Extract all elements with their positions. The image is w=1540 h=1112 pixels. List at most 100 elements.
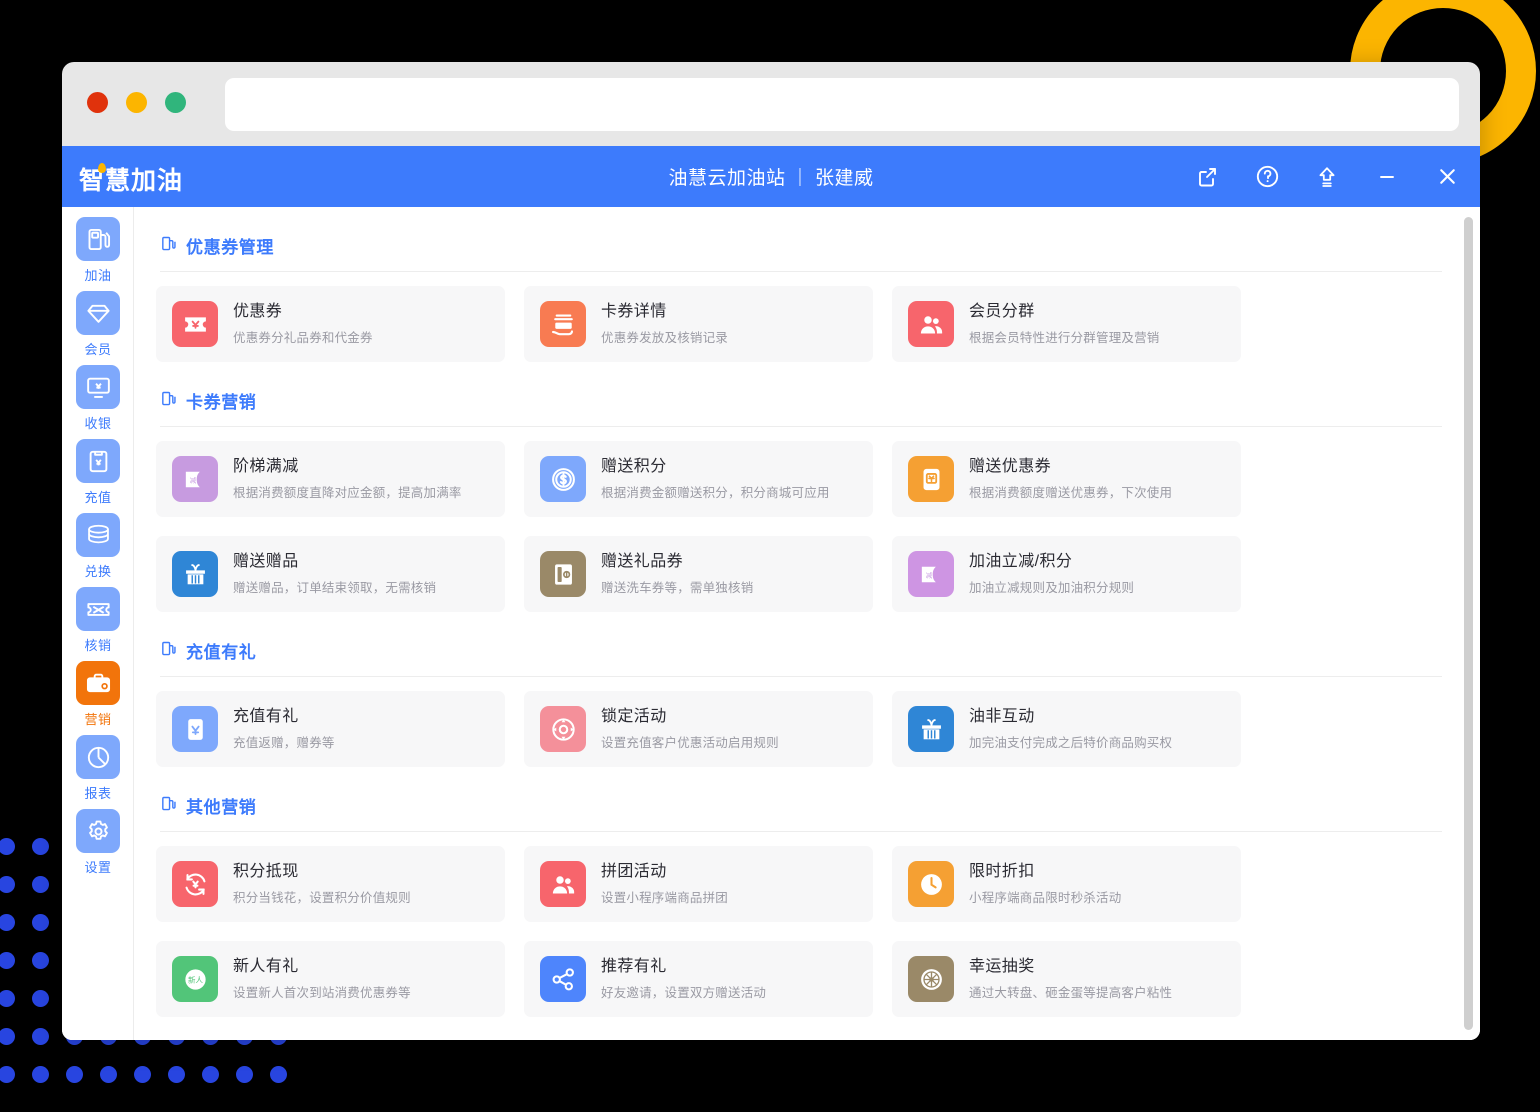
sidebar-item-会员[interactable]: 会员 — [62, 291, 133, 358]
section-fuel-icon — [160, 390, 177, 412]
feature-card-title: 卡券详情 — [601, 303, 667, 320]
section-fuel-icon — [160, 640, 177, 662]
title-separator: | — [797, 165, 803, 187]
feature-card[interactable]: 新人 新人有礼 设置新人首次到站消费优惠券等 — [156, 941, 505, 1017]
section-divider — [160, 676, 1442, 677]
feature-card-description: 赠送洗车券等，需单独核销 — [601, 581, 754, 595]
sidebar-item-营销[interactable]: 营销 — [62, 661, 133, 728]
section-title-text: 其他营销 — [186, 798, 257, 817]
logo-drop-icon — [98, 163, 106, 173]
section-fuel-icon — [160, 795, 177, 817]
svg-text:减: 减 — [189, 475, 196, 484]
feature-card[interactable]: 锁定活动 设置充值客户优惠活动启用规则 — [524, 691, 873, 767]
feature-card[interactable]: 积分抵现积分当钱花，设置积分价值规则 — [156, 846, 505, 922]
address-bar[interactable] — [225, 78, 1459, 131]
feature-card[interactable]: 赠送赠品赠送赠品，订单结束领取，无需核销 — [156, 536, 505, 612]
feature-card-title: 推荐有礼 — [601, 958, 667, 975]
monitor-yuan-icon — [76, 365, 120, 409]
content-area: 优惠券管理 优惠券 优惠券分礼品券和代金券 卡券详情 优惠券发放及核销记录 会员分群 根据会… — [134, 207, 1480, 1040]
feature-card-description: 根据消费金额赠送积分，积分商城可应用 — [601, 486, 830, 500]
minimize-traffic-light[interactable] — [126, 92, 147, 113]
feature-card-description: 赠送赠品，订单结束领取，无需核销 — [233, 581, 437, 595]
feature-card-title: 积分抵现 — [233, 863, 299, 880]
feature-card[interactable]: 充值有礼 充值返赠，赠券等 — [156, 691, 505, 767]
feature-card-title: 充值有礼 — [233, 708, 299, 725]
feature-card[interactable]: 幸运抽奖 通过大转盘、砸金蛋等提高客户粘性 — [892, 941, 1241, 1017]
gift-box-icon — [172, 551, 218, 597]
minimize-icon[interactable] — [1372, 162, 1402, 192]
upgrade-icon[interactable] — [1312, 162, 1342, 192]
feature-card[interactable]: 减 阶梯满减 根据消费额度直降对应金额，提高加满率 — [156, 441, 505, 517]
voucher-icon — [540, 551, 586, 597]
application: 智慧加油 油慧云加油站 | 张建威 加油 会员 收银 充值 兑换 核销 营销 报… — [62, 146, 1480, 1040]
maximize-traffic-light[interactable] — [165, 92, 186, 113]
clock-icon — [908, 861, 954, 907]
share-icon — [540, 956, 586, 1002]
newcomer-icon: 新人 — [172, 956, 218, 1002]
feature-card[interactable]: 限时折扣 小程序端商品限时秒杀活动 — [892, 846, 1241, 922]
sidebar-item-label: 收银 — [84, 416, 112, 431]
feature-card[interactable]: 会员分群根据会员特性进行分群管理及营销 — [892, 286, 1241, 362]
feature-card-description: 根据消费额度赠送优惠券，下次使用 — [969, 486, 1173, 500]
gear-icon — [76, 809, 120, 853]
section-title-text: 优惠券管理 — [186, 238, 274, 257]
feature-card-description: 设置小程序端商品拼团 — [601, 891, 729, 905]
feature-card-description: 小程序端商品限时秒杀活动 — [969, 891, 1122, 905]
feature-card[interactable]: 拼团活动设置小程序端商品拼团 — [524, 846, 873, 922]
points-cash-icon — [172, 861, 218, 907]
svg-text:减: 减 — [925, 570, 932, 579]
feature-card-title: 优惠券 — [233, 303, 283, 320]
feature-card-description: 加油立减规则及加油积分规则 — [969, 581, 1135, 595]
feature-card[interactable]: 推荐有礼好友邀请，设置双方赠送活动 — [524, 941, 873, 1017]
briefcase-icon — [76, 661, 120, 705]
pie-chart-icon — [76, 735, 120, 779]
feature-card[interactable]: 油非互动 加完油支付完成之后特价商品购买权 — [892, 691, 1241, 767]
feature-card-description: 好友邀请，设置双方赠送活动 — [601, 986, 767, 1000]
sections-container: 优惠券管理 优惠券 优惠券分礼品券和代金券 卡券详情 优惠券发放及核销记录 会员分群 根据会… — [134, 207, 1480, 1033]
browser-window: 智慧加油 油慧云加油站 | 张建威 加油 会员 收银 充值 兑换 核销 营销 报… — [62, 62, 1480, 1040]
content-scrollbar[interactable] — [1464, 217, 1473, 1030]
sidebar-item-加油[interactable]: 加油 — [62, 217, 133, 284]
sidebar-item-label: 核销 — [84, 638, 112, 653]
fuel-pump-icon — [76, 217, 120, 261]
feature-card[interactable]: 赠送积分 根据消费金额赠送积分，积分商城可应用 — [524, 441, 873, 517]
feature-card[interactable]: 赠送优惠券 根据消费额度赠送优惠券，下次使用 — [892, 441, 1241, 517]
sidebar-item-充值[interactable]: 充值 — [62, 439, 133, 506]
section-header: 卡券营销 — [156, 378, 1442, 413]
feature-card[interactable]: 赠送礼品券 赠送洗车券等，需单独核销 — [524, 536, 873, 612]
app-logo-text: 智慧加油 — [79, 167, 184, 195]
section-card-grid: 充值有礼 充值返赠，赠券等 锁定活动 设置充值客户优惠活动启用规则 油非互动 加完油支付完… — [156, 691, 1442, 767]
card-hand-icon — [540, 301, 586, 347]
section-header: 充值有礼 — [156, 628, 1442, 663]
feature-card-title: 新人有礼 — [233, 958, 299, 975]
app-logo: 智慧加油 — [79, 161, 183, 197]
feature-card-title: 赠送赠品 — [233, 553, 299, 570]
sidebar-item-label: 营销 — [84, 712, 112, 727]
sidebar-item-核销[interactable]: 核销 — [62, 587, 133, 654]
feature-card-title: 会员分群 — [969, 303, 1035, 320]
section-card-grid: 减 阶梯满减 根据消费额度直降对应金额，提高加满率 赠送积分 根据消费金额赠送积分，积分… — [156, 441, 1442, 612]
feature-card-description: 根据会员特性进行分群管理及营销 — [969, 331, 1160, 345]
section-header: 其他营销 — [156, 783, 1442, 818]
help-icon[interactable] — [1252, 162, 1282, 192]
close-traffic-light[interactable] — [87, 92, 108, 113]
feature-card-title: 拼团活动 — [601, 863, 667, 880]
sidebar-item-收银[interactable]: 收银 — [62, 365, 133, 432]
close-icon[interactable] — [1432, 162, 1462, 192]
feature-card-description: 积分当钱花，设置积分价值规则 — [233, 891, 411, 905]
open-external-icon[interactable] — [1192, 162, 1222, 192]
feature-card[interactable]: 减 加油立减/积分 加油立减规则及加油积分规则 — [892, 536, 1241, 612]
feature-card[interactable]: 优惠券 优惠券分礼品券和代金券 — [156, 286, 505, 362]
sidebar-item-label: 报表 — [84, 786, 112, 801]
sidebar-item-报表[interactable]: 报表 — [62, 735, 133, 802]
clipboard-yuan-icon — [76, 439, 120, 483]
traffic-lights — [87, 92, 186, 113]
section-divider — [160, 831, 1442, 832]
section-header: 优惠券管理 — [156, 223, 1442, 258]
feature-card[interactable]: 卡券详情 优惠券发放及核销记录 — [524, 286, 873, 362]
feature-card-title: 阶梯满减 — [233, 458, 299, 475]
sidebar-item-设置[interactable]: 设置 — [62, 809, 133, 876]
section-title-text: 充值有礼 — [186, 643, 257, 662]
sidebar-item-兑换[interactable]: 兑换 — [62, 513, 133, 580]
